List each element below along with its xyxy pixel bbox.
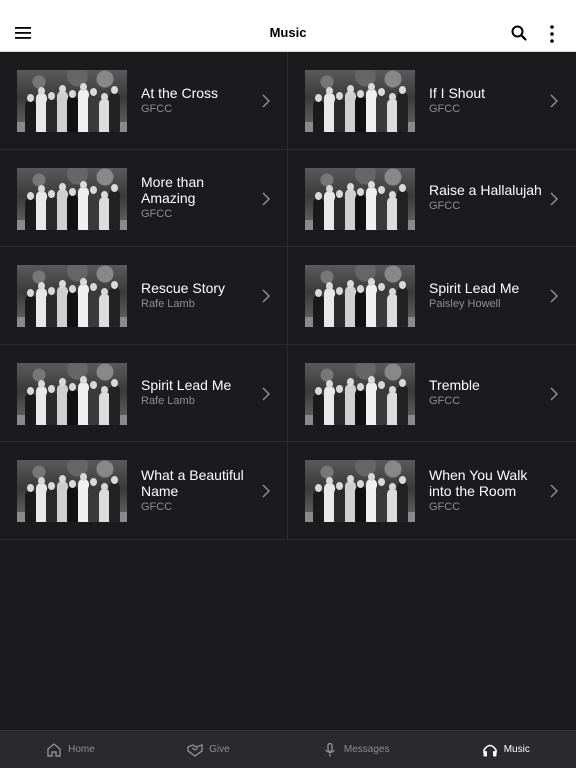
bottom-tab-bar: Home Give Messages Music bbox=[0, 730, 576, 768]
give-icon bbox=[187, 742, 203, 758]
song-text: Rescue Story Rafe Lamb bbox=[141, 247, 253, 344]
album-thumbnail bbox=[305, 362, 415, 425]
song-list-item[interactable]: If I Shout GFCC bbox=[288, 52, 576, 150]
song-title: Tremble bbox=[429, 377, 480, 394]
song-list-item[interactable]: At the Cross GFCC bbox=[0, 52, 288, 150]
song-title: When You Walk into the Room bbox=[429, 466, 528, 499]
song-text: Raise a Hallalujah GFCC bbox=[429, 150, 542, 247]
song-list-item[interactable]: More than Amazing GFCC bbox=[0, 149, 288, 247]
chevron-right-icon bbox=[262, 191, 271, 206]
album-thumbnail bbox=[17, 362, 127, 425]
album-thumbnail bbox=[17, 265, 127, 327]
album-thumbnail bbox=[17, 167, 127, 230]
tab-messages[interactable]: Messages bbox=[322, 742, 390, 758]
tab-label: Messages bbox=[343, 744, 390, 755]
song-list-item[interactable]: Rescue Story Rafe Lamb bbox=[0, 247, 288, 345]
song-artist: GFCC bbox=[141, 102, 173, 115]
tab-label: Give bbox=[209, 744, 230, 755]
chevron-right-icon bbox=[262, 94, 271, 108]
song-list-item[interactable]: Spirit Lead Me Rafe Lamb bbox=[0, 344, 288, 442]
more-options-icon[interactable] bbox=[545, 24, 559, 44]
song-artist: Paisley Howell bbox=[429, 297, 501, 310]
chevron-right-icon bbox=[550, 484, 559, 498]
song-grid: At the Cross GFCC If I Shout GFCC More than … bbox=[0, 52, 576, 540]
song-artist: GFCC bbox=[141, 500, 173, 513]
home-icon bbox=[46, 742, 62, 758]
song-artist: GFCC bbox=[429, 395, 461, 408]
song-title: More than Amazing bbox=[141, 174, 205, 207]
song-artist: GFCC bbox=[429, 102, 461, 115]
chevron-right-icon bbox=[262, 386, 271, 401]
song-list-item[interactable]: When You Walk into the Room GFCC bbox=[288, 442, 576, 540]
search-icon[interactable] bbox=[510, 24, 528, 42]
song-text: Spirit Lead Me Rafe Lamb bbox=[141, 345, 253, 442]
song-title: What a Beautiful Name bbox=[141, 466, 244, 499]
page-title: Music bbox=[269, 25, 307, 40]
song-text: If I Shout GFCC bbox=[429, 52, 542, 149]
chevron-right-icon bbox=[262, 289, 271, 303]
song-text: Spirit Lead Me Paisley Howell bbox=[429, 247, 542, 344]
tab-home[interactable]: Home bbox=[46, 742, 95, 758]
song-artist: GFCC bbox=[429, 200, 461, 213]
song-artist: GFCC bbox=[141, 208, 173, 221]
album-thumbnail bbox=[305, 265, 415, 327]
chevron-right-icon bbox=[262, 484, 271, 498]
chevron-right-icon bbox=[550, 289, 559, 303]
song-artist: Rafe Lamb bbox=[141, 297, 195, 310]
song-title: Rescue Story bbox=[141, 279, 226, 296]
chevron-right-icon bbox=[550, 386, 559, 401]
song-title: If I Shout bbox=[429, 84, 486, 101]
song-artist: Rafe Lamb bbox=[141, 395, 195, 408]
album-thumbnail bbox=[305, 460, 415, 522]
song-list-item[interactable]: Raise a Hallalujah GFCC bbox=[288, 150, 576, 247]
chevron-right-icon bbox=[550, 94, 559, 108]
tab-label: Music bbox=[503, 744, 530, 755]
song-title: Raise a Hallalujah bbox=[429, 182, 542, 199]
song-text: Tremble GFCC bbox=[429, 345, 542, 442]
tab-label: Home bbox=[68, 744, 95, 755]
song-text: More than Amazing GFCC bbox=[141, 150, 253, 247]
tab-give[interactable]: Give bbox=[187, 742, 230, 758]
song-text: At the Cross GFCC bbox=[141, 52, 253, 149]
song-text: When You Walk into the Room GFCC bbox=[429, 442, 542, 539]
album-thumbnail bbox=[305, 167, 415, 230]
song-list-item[interactable]: What a Beautiful Name GFCC bbox=[0, 442, 288, 540]
album-thumbnail bbox=[17, 460, 127, 522]
song-artist: GFCC bbox=[429, 500, 461, 513]
song-title: At the Cross bbox=[141, 84, 219, 101]
song-list-item[interactable]: Spirit Lead Me Paisley Howell bbox=[288, 247, 576, 345]
song-text: What a Beautiful Name GFCC bbox=[141, 442, 253, 539]
album-thumbnail bbox=[17, 70, 127, 132]
tab-music[interactable]: Music bbox=[482, 742, 530, 758]
headphones-icon bbox=[482, 742, 498, 758]
chevron-right-icon bbox=[550, 191, 559, 206]
top-navigation-bar: Music bbox=[0, 0, 576, 52]
song-list-item[interactable]: Tremble GFCC bbox=[288, 345, 576, 442]
song-title: Spirit Lead Me bbox=[429, 279, 520, 296]
album-thumbnail bbox=[305, 70, 415, 132]
microphone-icon bbox=[322, 742, 338, 758]
song-title: Spirit Lead Me bbox=[141, 377, 232, 394]
